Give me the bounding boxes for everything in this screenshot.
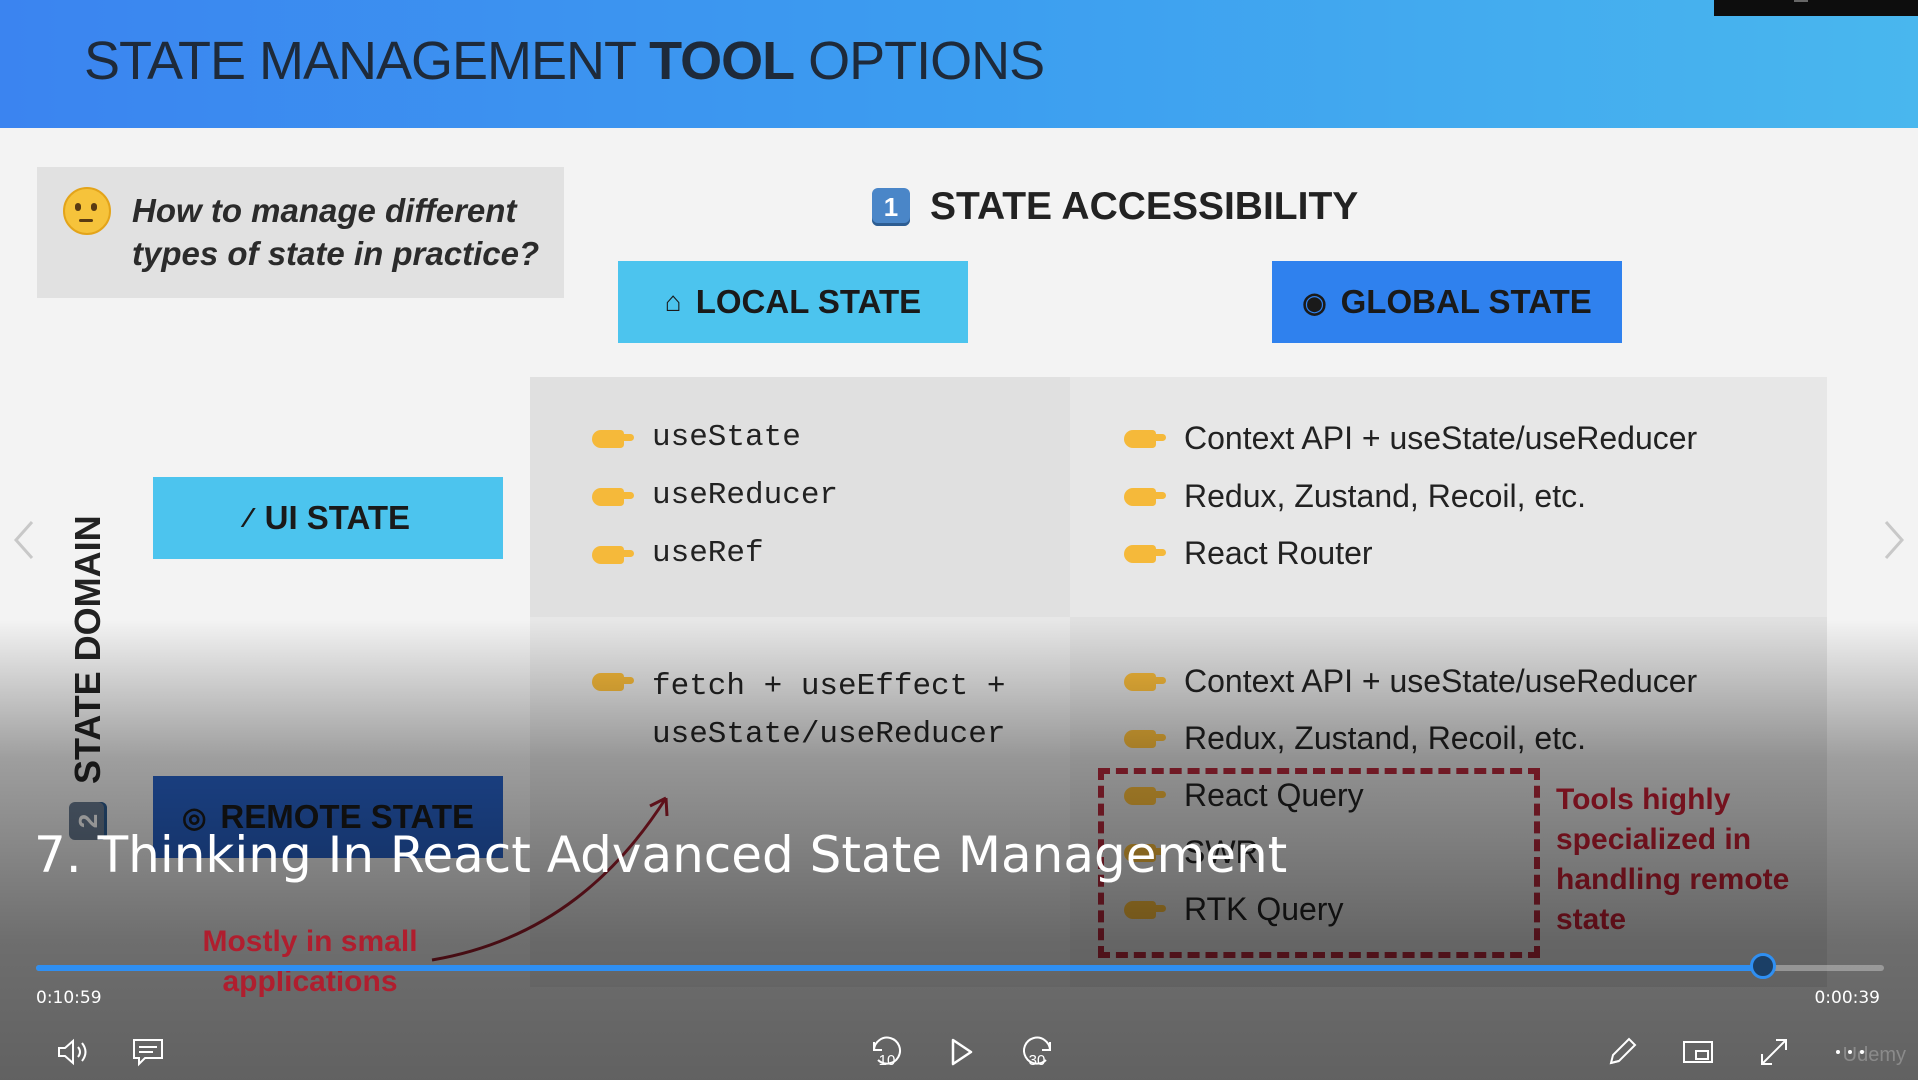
list-item: useReducer — [592, 478, 838, 513]
list-item: Context API + useState/useReducer — [1124, 420, 1697, 457]
remaining-time: 0:00:39 — [1814, 988, 1880, 1008]
slide-title-prefix: STATE MANAGEMENT — [84, 31, 650, 91]
list-item: React Router — [1124, 535, 1373, 572]
list-item: Redux, Zustand, Recoil, etc. — [1124, 720, 1586, 757]
slide-title-suffix: OPTIONS — [794, 31, 1045, 91]
state-domain-label: STATE DOMAIN — [67, 515, 108, 784]
state-domain-heading: 2 STATE DOMAIN — [67, 515, 109, 840]
list-item: Redux, Zustand, Recoil, etc. — [1124, 478, 1586, 515]
thinking-face-icon — [63, 187, 111, 235]
remote-tools-note: Tools highly specialized in handling rem… — [1556, 783, 1790, 936]
pointing-hand-icon — [592, 430, 634, 448]
number-one-icon: 1 — [872, 188, 910, 226]
pen-icon — [1609, 1037, 1637, 1065]
item-text: React Router — [1184, 535, 1373, 571]
mini-player-button[interactable] — [1678, 1032, 1718, 1072]
seek-handle[interactable] — [1749, 953, 1776, 979]
local-state-label: ⌂ LOCAL STATE — [618, 261, 968, 343]
global-state-text: GLOBAL STATE — [1340, 283, 1592, 320]
udemy-watermark: Udemy — [1842, 1044, 1906, 1066]
forward-icon: 30 — [1023, 1036, 1051, 1069]
slide-title: STATE MANAGEMENT TOOL OPTIONS — [84, 30, 1045, 92]
volume-button[interactable] — [54, 1032, 94, 1072]
video-player: STATE MANAGEMENT TOOL OPTIONS How to man… — [0, 0, 1918, 1080]
play-icon — [951, 1038, 973, 1066]
mini-player-icon — [1683, 1041, 1713, 1063]
video-title: 7. Thinking In React Advanced State Mana… — [34, 826, 1288, 884]
local-state-text: LOCAL STATE — [695, 283, 922, 320]
seek-bar-fill — [36, 965, 1763, 971]
globe-icon: ◉ — [1302, 286, 1327, 318]
list-item: fetch + useEffect + useState/useReducer — [592, 663, 1005, 759]
ui-state-text: UI STATE — [264, 499, 411, 536]
forward-30-button[interactable]: 30 — [1018, 1032, 1058, 1072]
forward-label: 30 — [1029, 1052, 1046, 1069]
captions-icon — [133, 1039, 163, 1067]
ui-state-label: ⁄ UI STATE — [153, 477, 503, 559]
item-text: Context API + useState/useReducer — [1184, 420, 1698, 456]
window-topbar — [1714, 0, 1918, 16]
item-line: fetch + useEffect + — [652, 669, 1006, 704]
previous-arrow-icon[interactable] — [12, 518, 36, 562]
rewind-icon: 10 — [873, 1036, 901, 1069]
captions-button[interactable] — [128, 1032, 168, 1072]
slide-header: STATE MANAGEMENT TOOL OPTIONS — [0, 0, 1918, 128]
global-state-label: ◉ GLOBAL STATE — [1272, 261, 1622, 343]
pointing-hand-icon — [1124, 545, 1166, 563]
pointing-hand-icon — [592, 488, 634, 506]
rewind-10-button[interactable]: 10 — [866, 1032, 906, 1072]
item-text: useRef — [652, 536, 764, 571]
state-accessibility-label: STATE ACCESSIBILITY — [930, 185, 1359, 228]
slide-title-bold: TOOL — [649, 31, 795, 91]
annotate-button[interactable] — [1602, 1032, 1642, 1072]
ui-local-cell: useState useReducer useRef — [530, 377, 1070, 617]
elapsed-time: 0:10:59 — [36, 988, 102, 1008]
item-line: useState/useReducer — [652, 717, 1006, 752]
item-text: Redux, Zustand, Recoil, etc. — [1184, 720, 1586, 756]
house-icon: ⌂ — [664, 286, 682, 317]
list-item: useState — [592, 420, 801, 455]
magic-wand-icon: ⁄ — [245, 502, 251, 533]
fullscreen-button[interactable] — [1754, 1032, 1794, 1072]
minimize-icon[interactable] — [1794, 0, 1808, 6]
pointing-hand-icon — [1124, 730, 1166, 748]
play-button[interactable] — [942, 1032, 982, 1072]
pointing-hand-icon — [1124, 673, 1166, 691]
pointing-hand-icon — [1124, 488, 1166, 506]
seek-bar[interactable] — [36, 953, 1884, 979]
ui-global-cell: Context API + useState/useReducer Redux,… — [1070, 377, 1827, 617]
small-apps-note: Mostly in small applications — [202, 925, 418, 998]
list-item: Context API + useState/useReducer — [1124, 663, 1697, 700]
pointing-hand-icon — [592, 546, 634, 564]
item-text: fetch + useEffect + useState/useReducer — [652, 663, 1005, 759]
item-text: Redux, Zustand, Recoil, etc. — [1184, 478, 1586, 514]
state-accessibility-heading: 1 STATE ACCESSIBILITY — [872, 185, 1358, 229]
list-item: useRef — [592, 536, 764, 571]
expand-icon — [1761, 1039, 1787, 1065]
question-box: How to manage different types of state i… — [37, 167, 564, 298]
pointing-hand-icon — [1124, 430, 1166, 448]
close-icon[interactable] — [1884, 0, 1898, 4]
item-text: useReducer — [652, 478, 839, 513]
item-text: useState — [652, 420, 801, 455]
item-text: Context API + useState/useReducer — [1184, 663, 1698, 699]
speaker-icon — [58, 1038, 87, 1066]
pointing-hand-icon — [592, 673, 634, 691]
next-arrow-icon[interactable] — [1882, 518, 1906, 562]
question-text: How to manage different types of state i… — [132, 192, 540, 272]
rewind-label: 10 — [879, 1052, 896, 1069]
